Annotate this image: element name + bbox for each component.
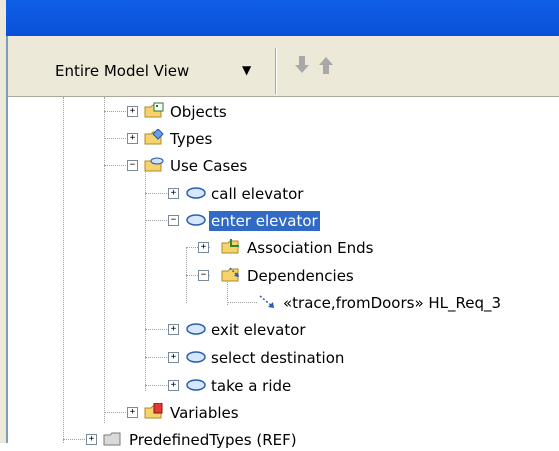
use-case-icon	[186, 323, 206, 335]
tree-item-enter-elevator[interactable]: − enter elevator	[8, 210, 559, 232]
tree-item-dependencies[interactable]: − Dependencies	[8, 265, 559, 287]
tree-item-trace-dependency[interactable]: «trace,fromDoors» HL_Req_3	[8, 292, 559, 314]
use-case-icon	[186, 351, 206, 363]
tree-item-label: take a ride	[211, 377, 292, 395]
use-case-icon	[186, 379, 206, 391]
move-up-button[interactable]	[315, 52, 337, 78]
folder-dependencies-icon	[221, 267, 239, 282]
tree-item-label: «trace,fromDoors» HL_Req_3	[283, 294, 502, 312]
expand-button[interactable]: +	[127, 407, 138, 418]
folder-variables-icon	[144, 403, 163, 419]
use-case-icon	[186, 214, 206, 226]
view-select-dropdown[interactable]: Entire Model View ▼	[40, 54, 260, 88]
tree-item-label: Dependencies	[247, 267, 354, 285]
tree-item-variables[interactable]: + Variables	[8, 402, 559, 424]
tree-item-label: Use Cases	[170, 157, 248, 175]
tree-item-label: call elevator	[211, 185, 304, 203]
expand-button[interactable]: +	[168, 352, 179, 363]
tree-item-association-ends[interactable]: + Association Ends	[8, 237, 559, 259]
tree-item-label: exit elevator	[211, 321, 306, 339]
chevron-down-icon[interactable]: ▼	[242, 63, 251, 77]
view-select-value: Entire Model View	[55, 62, 190, 80]
tree-item-predefined-types[interactable]: + PredefinedTypes (REF)	[8, 429, 559, 451]
expand-button[interactable]: +	[86, 434, 97, 445]
folder-types-icon	[144, 129, 164, 145]
dependency-icon	[259, 295, 274, 308]
collapse-button[interactable]: −	[168, 215, 179, 226]
expand-button[interactable]: +	[127, 106, 138, 117]
expand-button[interactable]: +	[198, 242, 209, 253]
up-arrow-icon	[319, 57, 333, 74]
model-tree: + Objects + Types − Use Cases + call ele…	[8, 97, 559, 449]
browser-toolbar: Entire Model View ▼	[8, 42, 559, 97]
folder-icon	[103, 432, 121, 446]
tree-item-label: enter elevator	[208, 210, 321, 232]
tree-item-objects[interactable]: + Objects	[8, 101, 559, 123]
folder-association-ends-icon	[221, 239, 239, 254]
folder-use-cases-icon	[144, 157, 164, 172]
tree-item-exit-elevator[interactable]: + exit elevator	[8, 319, 559, 341]
expand-button[interactable]: +	[127, 133, 138, 144]
tree-item-take-a-ride[interactable]: + take a ride	[8, 375, 559, 397]
toolbar-separator	[275, 48, 276, 94]
tree-item-label: Variables	[170, 404, 239, 422]
tree-item-label: select destination	[211, 349, 345, 367]
tree-item-call-elevator[interactable]: + call elevator	[8, 183, 559, 205]
expand-button[interactable]: +	[168, 324, 179, 335]
down-arrow-icon	[295, 56, 309, 73]
folder-objects-icon	[144, 102, 164, 118]
tree-item-label: PredefinedTypes (REF)	[129, 431, 297, 449]
model-browser-panel: Entire Model View ▼ + Objects + Types − …	[6, 0, 559, 449]
collapse-button[interactable]: −	[198, 270, 209, 281]
tree-item-label: Association Ends	[247, 239, 374, 257]
tree-item-types[interactable]: + Types	[8, 128, 559, 150]
tree-item-label: Types	[170, 130, 213, 148]
collapse-button[interactable]: −	[127, 160, 138, 171]
tree-item-select-destination[interactable]: + select destination	[8, 347, 559, 369]
move-down-button[interactable]	[291, 52, 313, 78]
expand-button[interactable]: +	[168, 380, 179, 391]
tree-item-use-cases[interactable]: − Use Cases	[8, 155, 559, 177]
expand-button[interactable]: +	[168, 188, 179, 199]
use-case-icon	[186, 187, 206, 199]
tree-item-label: Objects	[170, 103, 227, 121]
panel-titlebar	[6, 0, 559, 36]
